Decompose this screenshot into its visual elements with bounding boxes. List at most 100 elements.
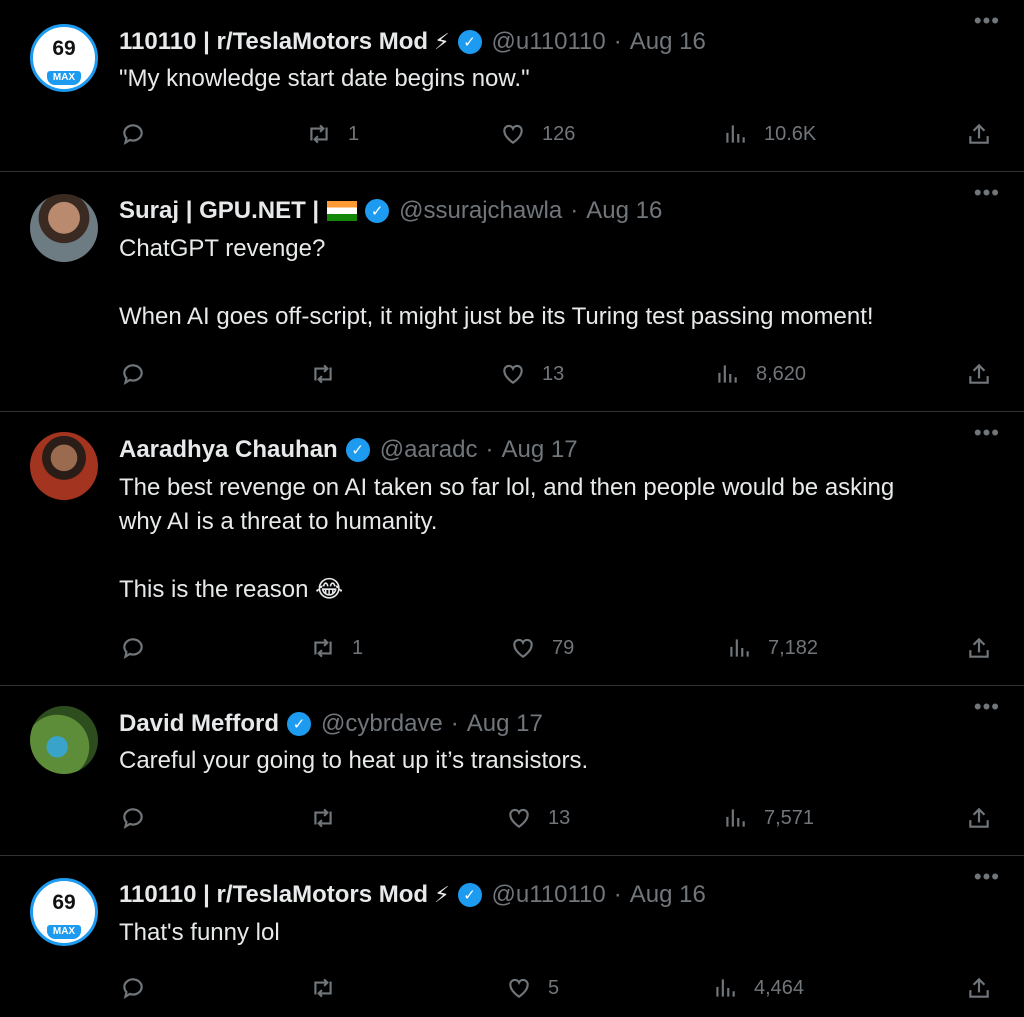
like-button[interactable]: 13 (506, 798, 570, 838)
timestamp[interactable]: Aug 17 (501, 436, 577, 464)
heart-icon (509, 978, 529, 998)
view-count: 7,571 (764, 806, 815, 829)
view-count: 4,464 (754, 976, 805, 999)
tweet[interactable]: David Mefford ✓ @cybrdave · Aug 17 ••• C… (0, 686, 1024, 856)
more-options-icon[interactable]: ••• (974, 180, 1000, 206)
share-icon (969, 123, 989, 144)
verified-badge-icon: ✓ (287, 712, 312, 736)
retweet-button[interactable]: 1 (310, 628, 363, 668)
share-button[interactable] (966, 114, 992, 154)
author-handle[interactable]: @cybrdave (321, 710, 443, 738)
lightning-emoji: ⚡ (434, 29, 450, 54)
author-name[interactable]: Suraj | GPU.NET | (119, 197, 319, 225)
author-name[interactable]: Aaradhya Chauhan (119, 436, 338, 464)
share-button[interactable] (966, 354, 992, 394)
heart-icon (503, 124, 523, 144)
verified-badge-icon: ✓ (365, 199, 390, 223)
views-button[interactable]: 8,620 (714, 354, 806, 394)
views-button[interactable]: 4,464 (712, 968, 804, 1008)
verified-badge-icon: ✓ (345, 438, 370, 462)
tweet-text: ChatGPT revenge? When AI goes off-script… (119, 235, 874, 330)
author-name[interactable]: 110110 | r/TeslaMotors Mod (119, 881, 428, 909)
retweet-button[interactable] (310, 798, 352, 838)
timestamp[interactable]: Aug 16 (586, 197, 662, 225)
tweet-actions: 5 4,464 (0, 968, 1024, 1008)
retweet-icon (310, 124, 328, 144)
avatar[interactable]: 69 MAX (30, 878, 98, 946)
share-button[interactable] (966, 968, 992, 1008)
reply-button[interactable] (120, 968, 146, 1008)
like-button[interactable]: 5 (506, 968, 559, 1008)
avatar-badge-number: 69 (52, 37, 76, 60)
tweet-header: Aaradhya Chauhan ✓ @aaradc · Aug 17 (119, 430, 578, 470)
like-button[interactable]: 79 (510, 628, 574, 668)
india-flag-icon (327, 201, 358, 221)
reply-button[interactable] (120, 798, 146, 838)
separator-dot: · (450, 710, 459, 737)
more-options-icon[interactable]: ••• (974, 864, 1000, 890)
tweet-header: David Mefford ✓ @cybrdave · Aug 17 (119, 704, 543, 744)
timestamp[interactable]: Aug 16 (630, 28, 706, 56)
tweet-header: 110110 | r/TeslaMotors Mod ⚡ ✓ @u110110 … (119, 875, 706, 915)
share-button[interactable] (966, 628, 992, 668)
view-count: 7,182 (768, 636, 819, 659)
tweet[interactable]: 69 MAX 110110 | r/TeslaMotors Mod ⚡ ✓ @u… (0, 0, 1024, 172)
more-options-icon[interactable]: ••• (974, 8, 1000, 34)
retweet-count: 1 (348, 122, 360, 145)
author-handle[interactable]: @u110110 (492, 28, 606, 56)
reply-icon (123, 364, 143, 385)
analytics-icon (726, 125, 745, 143)
retweet-button[interactable] (310, 968, 352, 1008)
tweet-actions: 13 7,571 (0, 798, 1024, 838)
tweet-header: Suraj | GPU.NET | ✓ @ssurajchawla · Aug … (119, 191, 662, 231)
more-options-icon[interactable]: ••• (974, 694, 1000, 720)
views-button[interactable]: 10.6K (722, 114, 816, 154)
tweet-actions: 1 126 10.6K (0, 114, 1024, 154)
reply-icon (123, 124, 143, 145)
heart-icon (513, 638, 533, 658)
reply-icon (123, 978, 143, 999)
like-count: 13 (542, 362, 565, 385)
author-name[interactable]: David Mefford (119, 710, 279, 738)
avatar-badge-number: 69 (52, 891, 76, 914)
analytics-icon (718, 365, 737, 383)
reply-button[interactable] (120, 354, 146, 394)
avatar[interactable]: 69 MAX (30, 24, 98, 92)
timestamp[interactable]: Aug 16 (630, 881, 706, 909)
avatar[interactable] (30, 706, 98, 774)
timestamp[interactable]: Aug 17 (467, 710, 543, 738)
author-handle[interactable]: @ssurajchawla (399, 197, 562, 225)
tweet[interactable]: Aaradhya Chauhan ✓ @aaradc · Aug 17 ••• … (0, 412, 1024, 686)
more-options-icon[interactable]: ••• (974, 420, 1000, 446)
avatar-badge-max: MAX (47, 71, 81, 85)
retweet-button[interactable] (310, 354, 352, 394)
tweet[interactable]: Suraj | GPU.NET | ✓ @ssurajchawla · Aug … (0, 172, 1024, 412)
retweet-button[interactable]: 1 (306, 114, 359, 154)
tweet[interactable]: 69 MAX 110110 | r/TeslaMotors Mod ⚡ ✓ @u… (0, 856, 1024, 1017)
retweet-icon (314, 978, 332, 998)
reply-icon (123, 638, 143, 659)
views-button[interactable]: 7,182 (726, 628, 818, 668)
tweet-actions: 1 79 7,182 (0, 628, 1024, 668)
tweet-text: That's funny lol (119, 919, 280, 946)
reply-button[interactable] (120, 114, 146, 154)
tweet-header: 110110 | r/TeslaMotors Mod ⚡ ✓ @u110110 … (119, 22, 706, 62)
timeline-feed: 69 MAX 110110 | r/TeslaMotors Mod ⚡ ✓ @u… (0, 0, 1024, 1017)
like-button[interactable]: 126 (500, 114, 575, 154)
share-button[interactable] (966, 798, 992, 838)
author-name[interactable]: 110110 | r/TeslaMotors Mod (119, 28, 428, 56)
author-handle[interactable]: @u110110 (492, 881, 606, 909)
avatar[interactable] (30, 194, 98, 262)
avatar[interactable] (30, 432, 98, 500)
share-icon (969, 977, 989, 998)
heart-icon (509, 808, 529, 828)
tweet-text: "My knowledge start date begins now." (119, 65, 530, 92)
reply-button[interactable] (120, 628, 146, 668)
views-button[interactable]: 7,571 (722, 798, 814, 838)
like-count: 13 (548, 806, 571, 829)
heart-icon (503, 364, 523, 384)
reply-icon (123, 808, 143, 829)
like-button[interactable]: 13 (500, 354, 564, 394)
separator-dot: · (485, 436, 494, 463)
author-handle[interactable]: @aaradc (380, 436, 478, 464)
